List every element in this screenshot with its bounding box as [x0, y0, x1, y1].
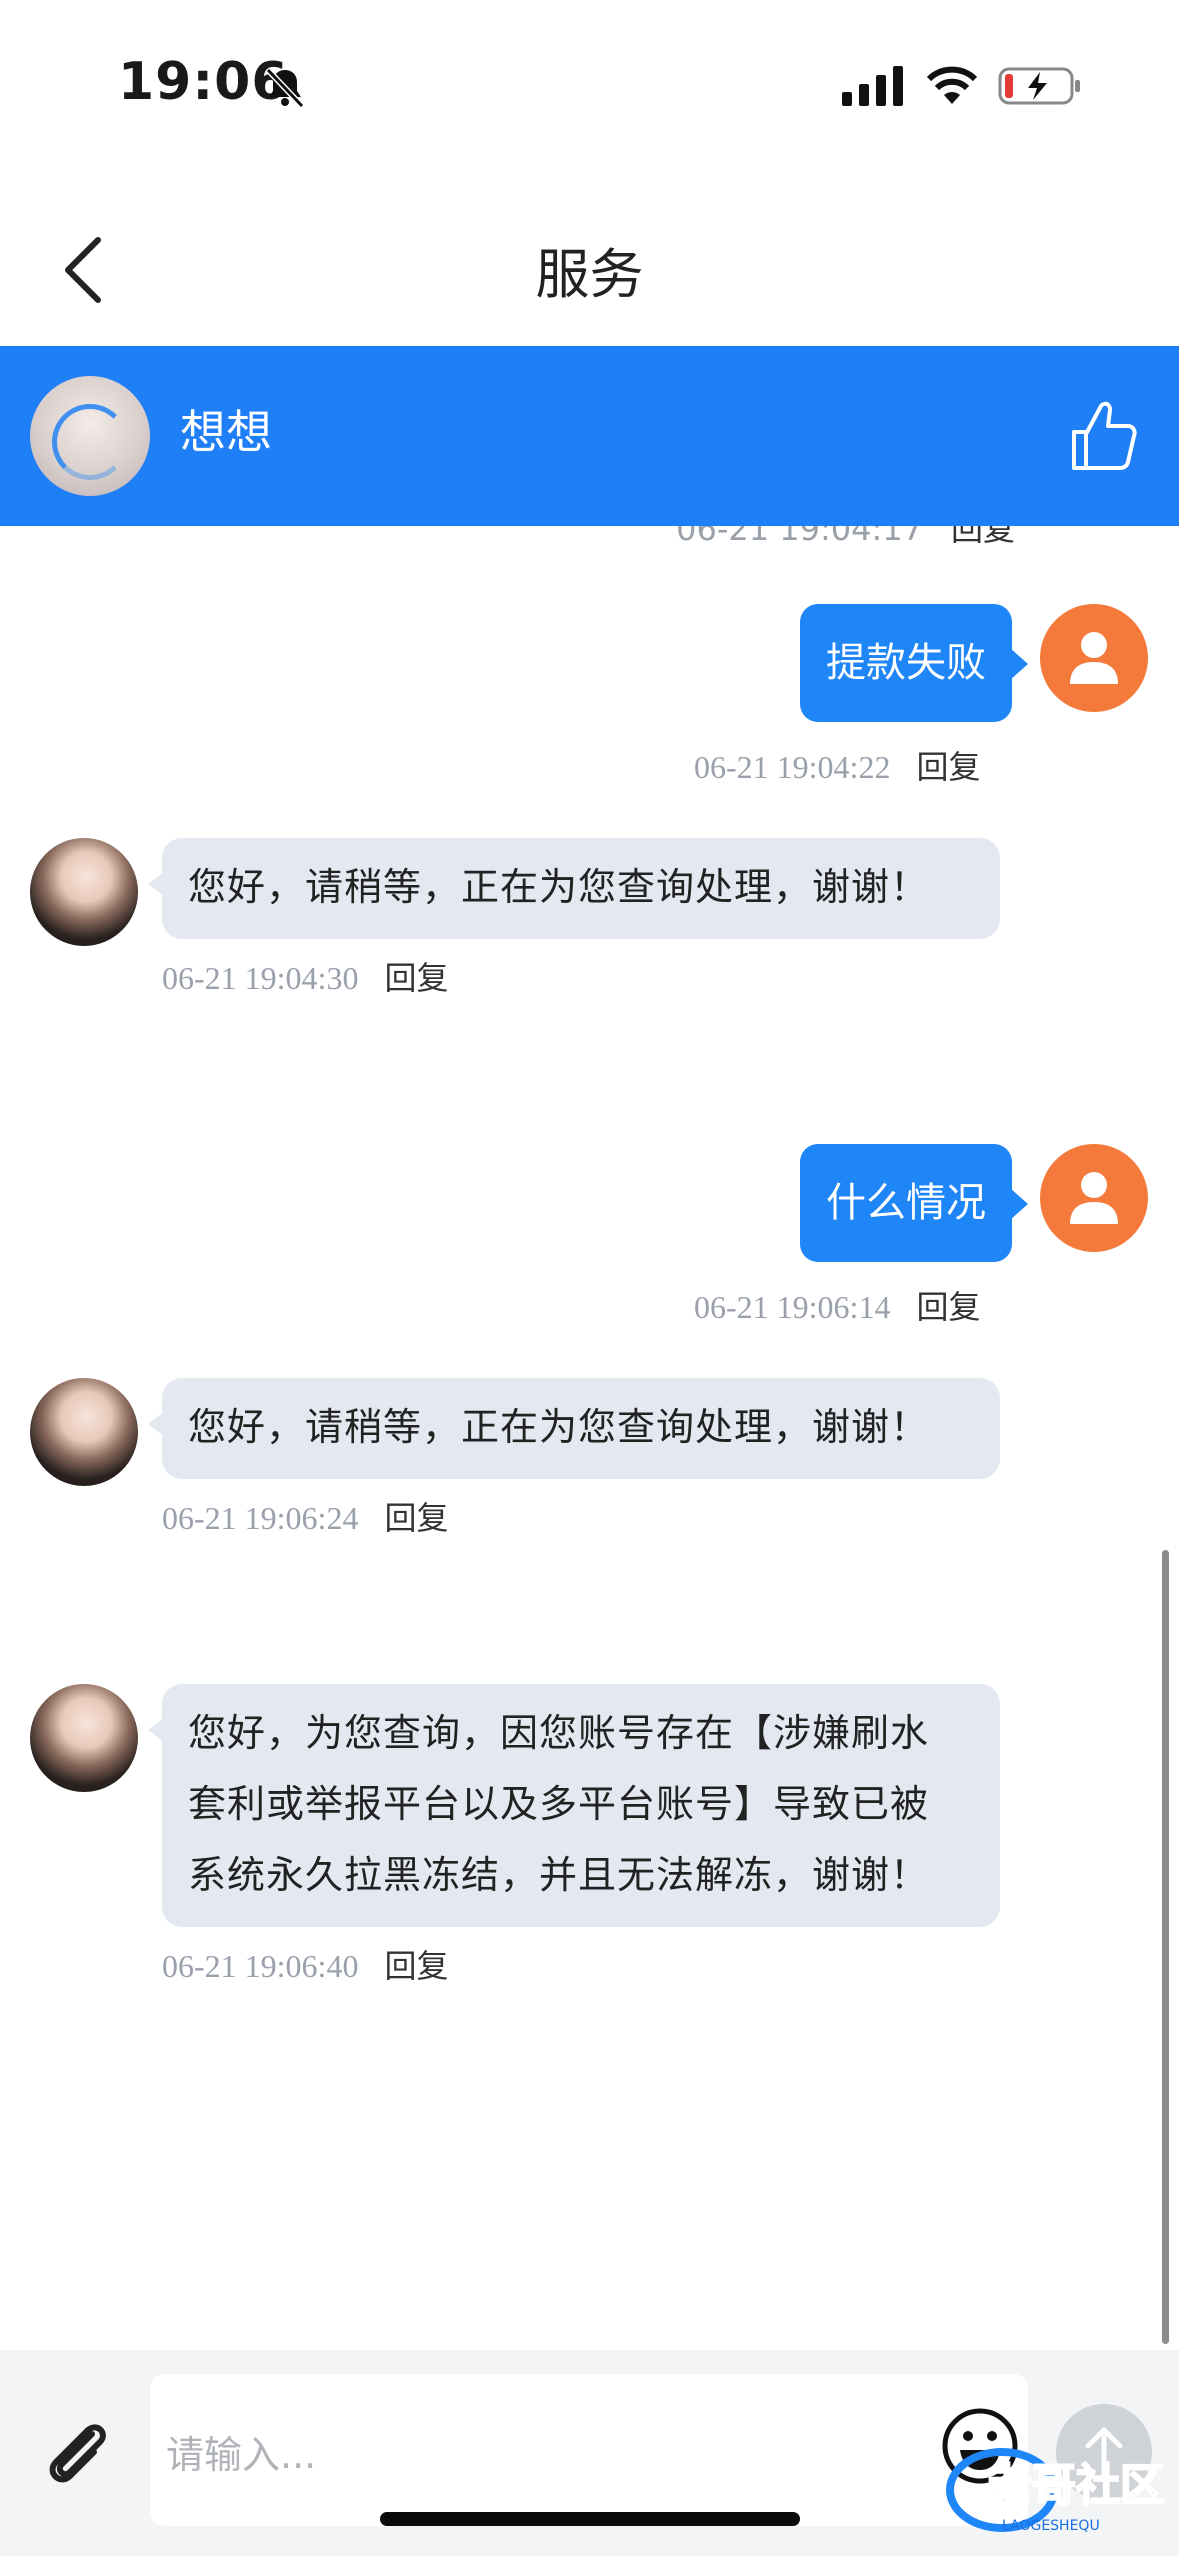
message-time: 06-21 19:04:30: [162, 960, 359, 996]
message-time: 06-21 19:04:17: [676, 526, 923, 548]
message-meta: 06-21 19:04:30 回复: [162, 953, 448, 999]
paperclip-icon[interactable]: [36, 2412, 116, 2492]
watermark-text: 老哥社区: [988, 2460, 1164, 2511]
user-icon: [1070, 1172, 1118, 1224]
agent-avatar[interactable]: [30, 376, 150, 496]
thumbs-up-icon[interactable]: [1068, 398, 1138, 474]
outgoing-message-bubble[interactable]: 什么情况: [800, 1144, 1028, 1262]
user-icon: [1070, 632, 1118, 684]
agent-message-avatar[interactable]: [30, 1378, 138, 1486]
message-time: 06-21 19:06:40: [162, 1948, 359, 1984]
home-indicator: [380, 2512, 800, 2526]
message-meta: 06-21 19:06:14 回复: [694, 1282, 980, 1328]
bell-off-icon: [265, 67, 305, 109]
incoming-message-bubble[interactable]: 您好，请稍等，正在为您查询处理，谢谢！: [148, 838, 1000, 939]
message-meta: 06-21 19:04:22 回复: [694, 742, 980, 788]
incoming-message-bubble[interactable]: 您好，为您查询，因您账号存在【涉嫌刷水套利或举报平台以及多平台账号】导致已被系统…: [148, 1684, 1000, 1927]
message-time: 06-21 19:04:22: [694, 749, 891, 785]
watermark-logo: 老哥社区 LAOGESHEQU: [946, 2448, 1165, 2534]
reply-link[interactable]: 回复: [916, 748, 980, 786]
scrollbar[interactable]: [1162, 1550, 1169, 2344]
agent-name: 想想: [180, 405, 272, 459]
message-input[interactable]: 请输入...: [150, 2374, 1028, 2526]
user-avatar[interactable]: [1040, 1144, 1148, 1252]
watermark-subtext: LAOGESHEQU: [1002, 2518, 1100, 2534]
nav-bar: 服务: [0, 190, 1179, 346]
reply-link[interactable]: 回复: [384, 1947, 448, 1985]
message-time: 06-21 19:06:24: [162, 1500, 359, 1536]
message-meta: 06-21 19:06:24 回复: [162, 1493, 448, 1539]
outgoing-message-bubble[interactable]: 提款失败: [800, 604, 1028, 722]
loading-spinner-icon: [52, 404, 128, 480]
page-title: 服务: [535, 243, 644, 306]
message-meta: 06-21 19:06:40 回复: [162, 1941, 448, 1987]
reply-link[interactable]: 回复: [951, 526, 1015, 548]
status-bar: 19:06: [0, 0, 1179, 170]
reply-link[interactable]: 回复: [384, 959, 448, 997]
reply-link[interactable]: 回复: [916, 1288, 980, 1326]
wifi-icon: [926, 66, 978, 104]
user-avatar[interactable]: [1040, 604, 1148, 712]
battery-icon: [998, 67, 1080, 105]
incoming-message-bubble[interactable]: 您好，请稍等，正在为您查询处理，谢谢！: [148, 1378, 1000, 1479]
message-meta-partial: 06-21 19:04:17 回复: [676, 526, 1015, 550]
signal-icon: [842, 66, 903, 106]
chat-messages[interactable]: 06-21 19:04:17 回复 提款失败 06-21 19:04:22 回复 您…: [0, 526, 1179, 2350]
reply-link[interactable]: 回复: [384, 1499, 448, 1537]
agent-message-avatar[interactable]: [30, 1684, 138, 1792]
agent-header: 想想: [0, 346, 1179, 526]
message-time: 06-21 19:06:14: [694, 1289, 891, 1325]
agent-message-avatar[interactable]: [30, 838, 138, 946]
